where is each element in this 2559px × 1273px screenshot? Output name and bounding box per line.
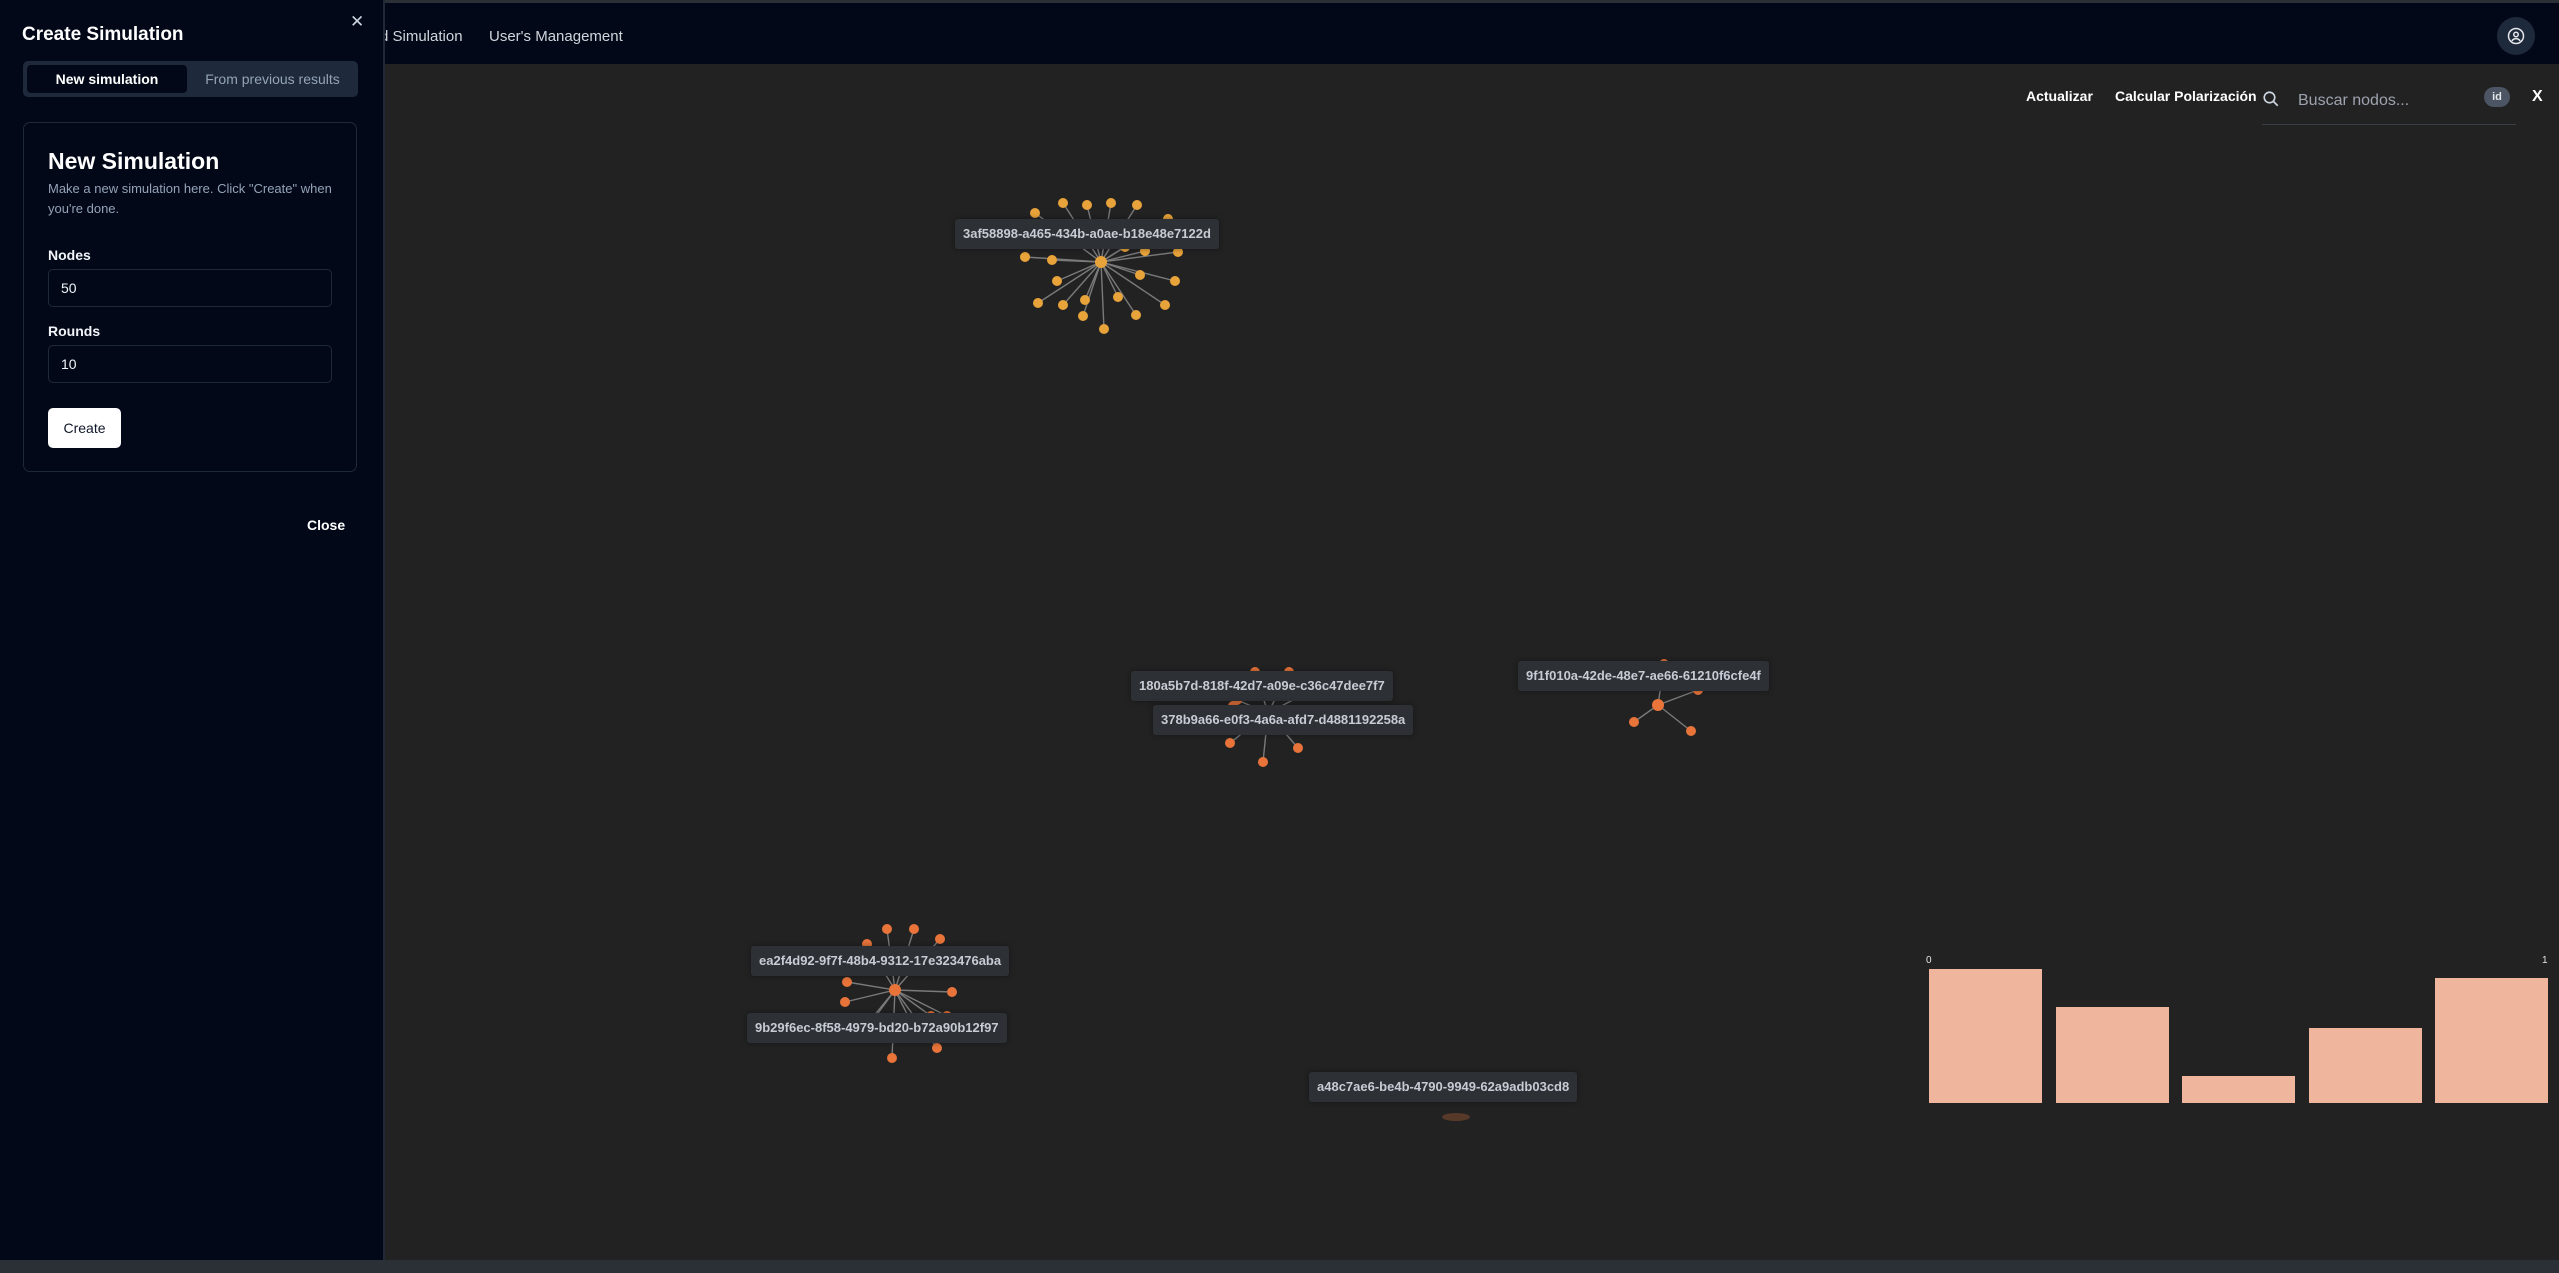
bottom-scrollbar[interactable]	[0, 1260, 2559, 1273]
graph-node[interactable]	[1058, 300, 1068, 310]
graph-node[interactable]	[1106, 198, 1116, 208]
close-button[interactable]: Close	[307, 517, 345, 533]
graph-edge	[1657, 704, 1692, 732]
graph-node[interactable]	[1113, 292, 1123, 302]
graph-node[interactable]	[1052, 276, 1062, 286]
node-label: 180a5b7d-818f-42d7-a09e-c36c47dee7f7	[1131, 671, 1393, 701]
graph-node[interactable]	[887, 1053, 897, 1063]
graph-node[interactable]	[1135, 270, 1145, 280]
tab-new-simulation[interactable]: New simulation	[27, 65, 187, 93]
graph-node[interactable]	[840, 997, 850, 1007]
node-label: 9f1f010a-42de-48e7-ae66-61210f6cfe4f	[1518, 661, 1769, 691]
graph-node[interactable]	[1293, 743, 1303, 753]
panel-title: Create Simulation	[22, 24, 184, 45]
graph-node[interactable]	[1058, 198, 1068, 208]
graph-hub-node[interactable]	[889, 984, 901, 996]
node-label: 378b9a66-e0f3-4a6a-afd7-d4881192258a	[1153, 705, 1414, 735]
graph-node[interactable]	[1131, 310, 1141, 320]
histogram-bar	[2055, 1007, 2169, 1103]
graph-node[interactable]	[1078, 311, 1088, 321]
nodes-input[interactable]	[48, 269, 332, 307]
node-label: a48c7ae6-be4b-4790-9949-62a9adb03cd8	[1309, 1072, 1578, 1102]
graph-node[interactable]	[1258, 757, 1268, 767]
graph-edge	[1657, 689, 1699, 706]
histogram-bar	[2308, 1028, 2422, 1103]
graph-edge	[1100, 261, 1166, 306]
simulation-tabs: New simulation From previous results	[23, 61, 358, 97]
nodes-label: Nodes	[48, 247, 91, 263]
graph-hub-node[interactable]	[1095, 256, 1107, 268]
graph-node[interactable]	[1686, 726, 1696, 736]
create-button[interactable]: Create	[48, 408, 121, 448]
calculate-polarization-button[interactable]: Calcular Polarización	[2115, 88, 2257, 104]
graph-node[interactable]	[909, 924, 919, 934]
close-icon[interactable]: ✕	[350, 12, 364, 32]
new-simulation-card: New Simulation Make a new simulation her…	[23, 122, 357, 472]
histogram-bar	[2435, 978, 2548, 1103]
refresh-button[interactable]: Actualizar	[2026, 88, 2093, 104]
graph-node[interactable]	[1629, 717, 1639, 727]
graph-node[interactable]	[1170, 276, 1180, 286]
search-nodes-input[interactable]	[2296, 88, 2480, 114]
histogram-bar	[2182, 1076, 2295, 1103]
graph-edge	[846, 981, 896, 991]
graph-node[interactable]	[1225, 738, 1235, 748]
graph-node[interactable]	[1020, 252, 1030, 262]
node-label: 9b29f6ec-8f58-4979-bd20-b72a90b12f97	[747, 1013, 1007, 1043]
graph-node[interactable]	[1442, 1113, 1470, 1121]
graph-edge	[1100, 261, 1105, 330]
graph-node[interactable]	[882, 924, 892, 934]
node-label: 3af58898-a465-434b-a0ae-b18e48e7122d	[955, 219, 1219, 249]
rounds-input[interactable]	[48, 345, 332, 383]
graph-edge	[1100, 251, 1179, 263]
search-box	[2262, 78, 2516, 125]
graph-edge	[1051, 259, 1102, 263]
graph-node[interactable]	[932, 1043, 942, 1053]
rounds-label: Rounds	[48, 323, 101, 339]
graph-node[interactable]	[1160, 300, 1170, 310]
card-title: New Simulation	[48, 148, 220, 174]
graph-hub-node[interactable]	[1652, 699, 1664, 711]
card-description: Make a new simulation here. Click "Creat…	[48, 181, 332, 216]
node-label: ea2f4d92-9f7f-48b4-9312-17e323476aba	[751, 946, 1010, 976]
search-mode-badge[interactable]: id	[2484, 87, 2510, 107]
histogram-max-label: 1	[2542, 955, 2548, 966]
graph-node[interactable]	[1080, 295, 1090, 305]
graph-node[interactable]	[1132, 200, 1142, 210]
graph-edge	[894, 989, 953, 993]
search-icon	[2263, 91, 2279, 107]
graph-node[interactable]	[1030, 208, 1040, 218]
graph-node[interactable]	[1099, 324, 1109, 334]
tab-from-previous-results[interactable]: From previous results	[191, 65, 354, 93]
create-simulation-panel: Create Simulation ✕ New simulation From …	[0, 0, 385, 1263]
graph-node[interactable]	[935, 934, 945, 944]
graph-node[interactable]	[1082, 200, 1092, 210]
graph-node[interactable]	[1033, 298, 1043, 308]
graph-node[interactable]	[947, 987, 957, 997]
graph-node[interactable]	[842, 977, 852, 987]
histogram-bar	[1929, 969, 2042, 1103]
close-graph-button[interactable]: X	[2532, 88, 2543, 106]
histogram-min-label: 0	[1926, 955, 1932, 966]
graph-node[interactable]	[1047, 255, 1057, 265]
